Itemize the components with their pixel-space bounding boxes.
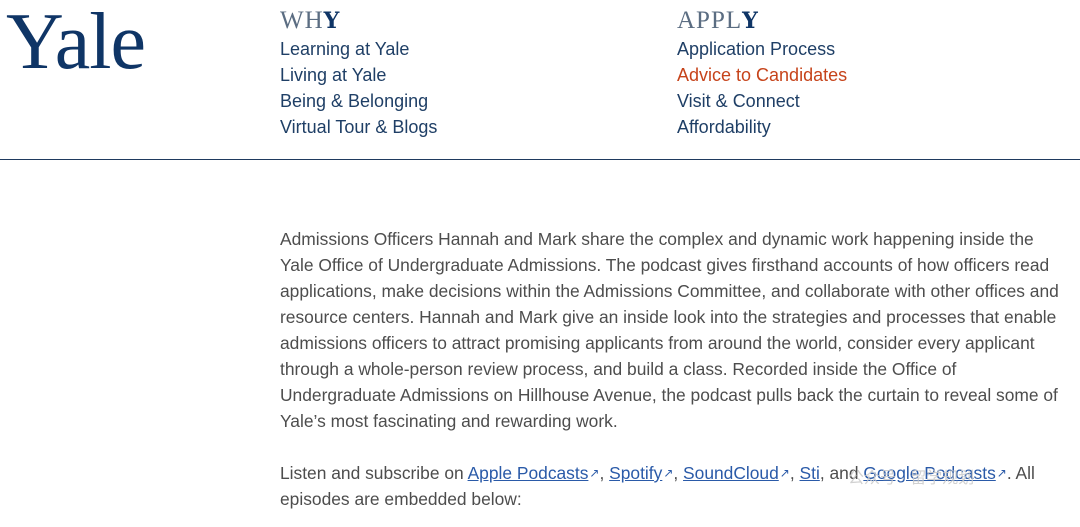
- external-link-icon: ↗: [663, 466, 674, 480]
- nav-link-visit-connect[interactable]: Visit & Connect: [677, 88, 847, 114]
- nav-apply-heading: APPLY: [677, 7, 759, 35]
- stitcher-link[interactable]: Sti: [800, 463, 820, 483]
- podcast-intro: Admissions Officers Hannah and Mark shar…: [280, 229, 1059, 431]
- apple-podcasts-link[interactable]: Apple Podcasts: [468, 463, 589, 483]
- spotify-link[interactable]: Spotify: [609, 463, 662, 483]
- nav-link-affordability[interactable]: Affordability: [677, 114, 847, 140]
- nav-why: WHY Learning at Yale Living at Yale Bein…: [280, 8, 437, 140]
- external-link-icon: ↗: [996, 466, 1007, 480]
- external-link-icon: ↗: [589, 466, 600, 480]
- nav-link-virtual-tour[interactable]: Virtual Tour & Blogs: [280, 114, 437, 140]
- nav-apply-links: Application Process Advice to Candidates…: [677, 36, 847, 140]
- nav-link-belonging[interactable]: Being & Belonging: [280, 88, 437, 114]
- watermark: 公众号 · 留学规划: [848, 470, 975, 487]
- nav-why-links: Learning at Yale Living at Yale Being & …: [280, 36, 437, 140]
- nav-link-living[interactable]: Living at Yale: [280, 62, 437, 88]
- yale-logo[interactable]: Yale: [6, 0, 146, 86]
- nav-apply: APPLY Application Process Advice to Cand…: [677, 8, 847, 140]
- nav-link-learning[interactable]: Learning at Yale: [280, 36, 437, 62]
- soundcloud-link[interactable]: SoundCloud: [683, 463, 779, 483]
- nav-link-advice-to-candidates[interactable]: Advice to Candidates: [677, 62, 847, 88]
- nav-why-heading: WHY: [280, 7, 341, 35]
- site-header: Yale WHY Learning at Yale Living at Yale…: [0, 0, 1080, 160]
- nav-link-application-process[interactable]: Application Process: [677, 36, 847, 62]
- external-link-icon: ↗: [779, 466, 790, 480]
